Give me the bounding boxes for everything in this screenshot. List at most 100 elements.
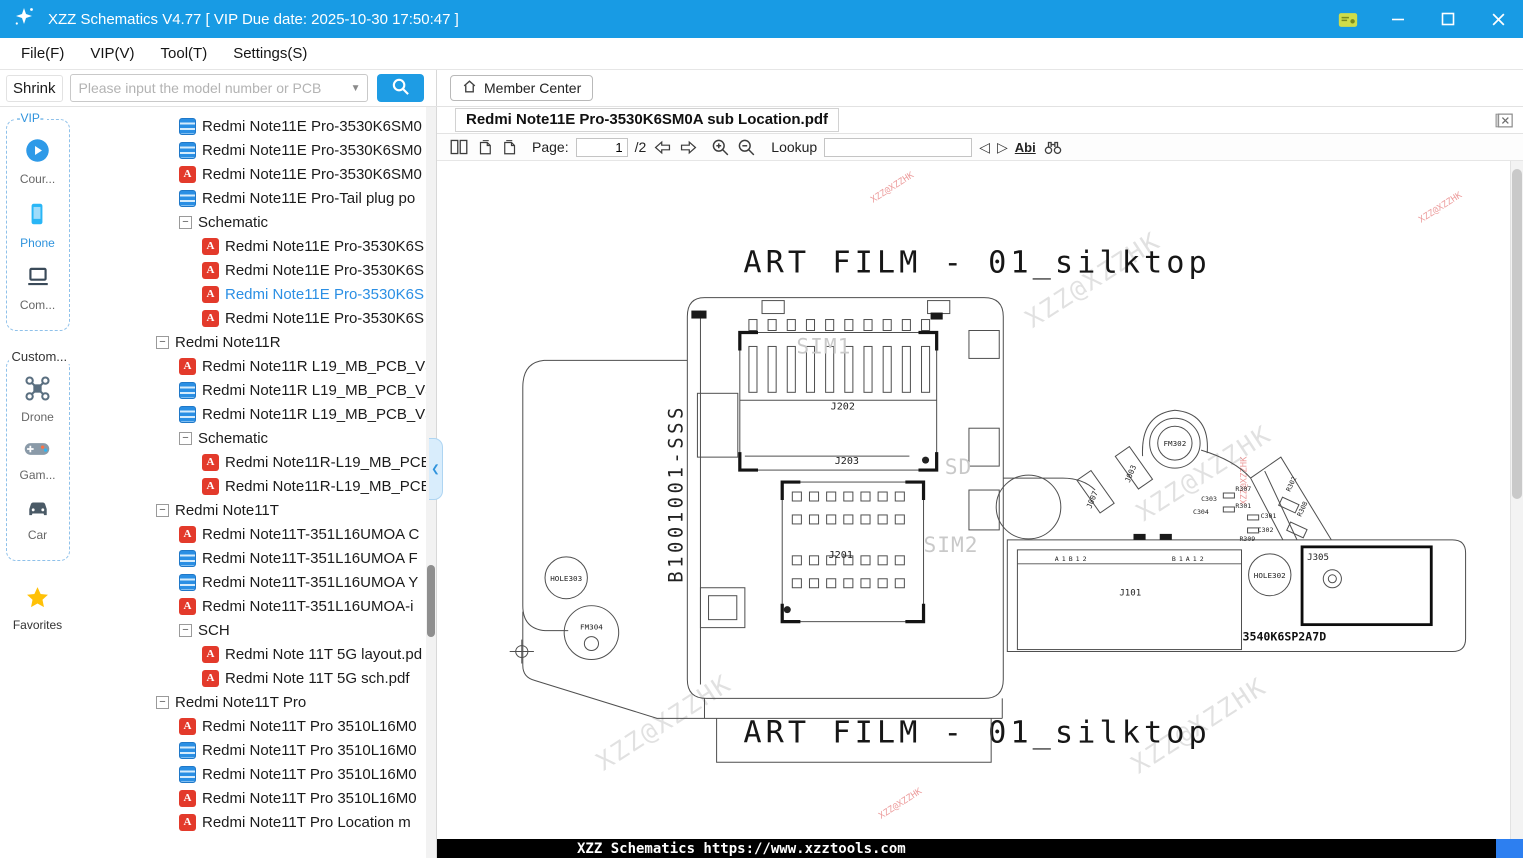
label-fm302: FM302 bbox=[1163, 439, 1186, 448]
pdf-scrollbar-thumb[interactable] bbox=[1512, 169, 1522, 499]
rail-item-favorites[interactable]: Favorites bbox=[13, 585, 62, 632]
two-page-view-icon[interactable] bbox=[449, 138, 469, 156]
rotate-page-right-icon[interactable] bbox=[501, 138, 519, 156]
maximize-button[interactable] bbox=[1435, 6, 1461, 32]
board-file-icon bbox=[179, 189, 196, 207]
tree-item[interactable]: Redmi Note11R L19_MB_PCB_V5 bbox=[75, 402, 436, 426]
board-file-icon bbox=[179, 141, 196, 159]
custom-group-label: Custom... bbox=[8, 349, 71, 364]
find-next-icon[interactable]: ▷ bbox=[997, 139, 1008, 156]
tree-item[interactable]: Redmi Note11T-351L16UMOA Y bbox=[75, 570, 436, 594]
zoom-out-icon[interactable] bbox=[737, 138, 756, 157]
tree-node[interactable]: − SCH bbox=[75, 618, 436, 642]
tree-item[interactable]: A Redmi Note11T Pro 3510L16M0 bbox=[75, 714, 436, 738]
label-r309: R309 bbox=[1239, 535, 1255, 543]
rail-item-car[interactable]: Car bbox=[24, 496, 52, 542]
shrink-button[interactable]: Shrink bbox=[6, 74, 63, 102]
rail-item-label: Phone bbox=[20, 236, 55, 250]
rail-item-phone[interactable]: Phone bbox=[20, 200, 55, 250]
label-c303: C303 bbox=[1201, 495, 1217, 503]
tree-item[interactable]: Redmi Note11E Pro-Tail plug po bbox=[75, 186, 436, 210]
label-r302: R302 bbox=[1284, 475, 1298, 493]
collapse-icon[interactable]: − bbox=[179, 215, 192, 229]
tree-item[interactable]: Redmi Note11T-351L16UMOA F bbox=[75, 546, 436, 570]
tree-node[interactable]: − Redmi Note11T Pro bbox=[75, 690, 436, 714]
tree-node[interactable]: − Redmi Note11R bbox=[75, 330, 436, 354]
tree-item[interactable]: A Redmi Note11T-351L16UMOA C bbox=[75, 522, 436, 546]
rail-item-label: Drone bbox=[21, 410, 54, 424]
tree-item[interactable]: A Redmi Note11T Pro Location m bbox=[75, 810, 436, 834]
tree-item-label: Schematic bbox=[198, 429, 269, 447]
rail-item-computer[interactable]: Com... bbox=[20, 264, 55, 312]
menu-tool[interactable]: Tool(T) bbox=[148, 45, 221, 62]
search-button[interactable] bbox=[376, 74, 424, 102]
search-icon bbox=[391, 77, 410, 99]
collapse-icon[interactable]: − bbox=[179, 623, 192, 637]
pdf-scrollbar[interactable] bbox=[1510, 161, 1523, 839]
tree-item[interactable]: Redmi Note11E Pro-3530K6SM0 bbox=[75, 114, 436, 138]
tree-item[interactable]: Redmi Note11R L19_MB_PCB_V5 bbox=[75, 378, 436, 402]
pdf-viewport[interactable]: XZZ@XZZHK XZZ@XZZHK XZZ@XZZHK XZZ@XZZHK … bbox=[437, 161, 1523, 839]
menu-file[interactable]: File(F) bbox=[8, 45, 77, 62]
tree-item-label: Redmi Note11T-351L16UMOA-i bbox=[202, 597, 414, 615]
panel-collapse-handle[interactable]: ❮ bbox=[429, 438, 443, 500]
minimize-button[interactable] bbox=[1385, 6, 1411, 32]
tree-item-label: Redmi Note11E Pro-3530K6SM0 bbox=[202, 117, 422, 135]
tree-item[interactable]: Redmi Note11T Pro 3510L16M0 bbox=[75, 738, 436, 762]
lookup-input[interactable] bbox=[824, 137, 973, 157]
tree-item-label: Redmi Note11E Pro-3530K6S bbox=[225, 261, 424, 279]
prev-page-icon[interactable] bbox=[653, 139, 672, 156]
tree-item[interactable]: A Redmi Note11E Pro-3530K6S bbox=[75, 282, 436, 306]
tree-node[interactable]: − Schematic bbox=[75, 210, 436, 234]
lookup-label: Lookup bbox=[771, 139, 818, 155]
page-input[interactable] bbox=[575, 137, 628, 157]
tree-item[interactable]: Redmi Note11T Pro 3510L16M0 bbox=[75, 762, 436, 786]
menu-settings[interactable]: Settings(S) bbox=[220, 45, 320, 62]
chevron-down-icon[interactable]: ▼ bbox=[345, 83, 367, 94]
binoculars-search-icon[interactable] bbox=[1043, 138, 1063, 156]
tree-item[interactable]: A Redmi Note11R-L19_MB_PCB bbox=[75, 474, 436, 498]
tree-item[interactable]: A Redmi Note11R-L19_MB_PCB bbox=[75, 450, 436, 474]
tree-item[interactable]: A Redmi Note 11T 5G sch.pdf bbox=[75, 666, 436, 690]
member-center-button[interactable]: Member Center bbox=[450, 75, 594, 101]
collapse-icon[interactable]: − bbox=[156, 695, 169, 709]
rail-item-course[interactable]: Cour... bbox=[20, 137, 55, 186]
tree-node[interactable]: − Redmi Note11T bbox=[75, 498, 436, 522]
rail-item-drone[interactable]: Drone bbox=[21, 375, 54, 424]
document-tab[interactable]: Redmi Note11E Pro-3530K6SM0A sub Locatio… bbox=[455, 108, 840, 132]
tree-scrollbar-thumb[interactable] bbox=[427, 565, 435, 637]
tree-item[interactable]: A Redmi Note11E Pro-3530K6SM0 bbox=[75, 162, 436, 186]
pdf-file-icon: A bbox=[202, 453, 219, 471]
collapse-icon[interactable]: − bbox=[156, 335, 169, 349]
tree-item[interactable]: A Redmi Note 11T 5G layout.pd bbox=[75, 642, 436, 666]
tree-item[interactable]: A Redmi Note11E Pro-3530K6S bbox=[75, 258, 436, 282]
close-document-icon[interactable] bbox=[1495, 112, 1514, 129]
rotate-page-left-icon[interactable] bbox=[476, 138, 494, 156]
tree-item[interactable]: A Redmi Note11T-351L16UMOA-i bbox=[75, 594, 436, 618]
tree-item[interactable]: A Redmi Note11E Pro-3530K6S bbox=[75, 234, 436, 258]
tree-item[interactable]: A Redmi Note11T Pro 3510L16M0 bbox=[75, 786, 436, 810]
tree-item-label: Schematic bbox=[198, 213, 269, 231]
find-prev-icon[interactable]: ◁ bbox=[979, 139, 990, 156]
model-search-input[interactable] bbox=[70, 80, 345, 96]
tree-item[interactable]: A Redmi Note11E Pro-3530K6S bbox=[75, 306, 436, 330]
tree-item-label: Redmi Note11R-L19_MB_PCB bbox=[225, 453, 431, 471]
zoom-in-icon[interactable] bbox=[711, 138, 730, 157]
collapse-icon[interactable]: − bbox=[179, 431, 192, 445]
next-page-icon[interactable] bbox=[679, 139, 698, 156]
tree-node[interactable]: − Schematic bbox=[75, 426, 436, 450]
tree-item[interactable]: Redmi Note11E Pro-3530K6SM0 bbox=[75, 138, 436, 162]
menu-vip[interactable]: VIP(V) bbox=[77, 45, 147, 62]
rail-item-game[interactable]: Gam... bbox=[19, 438, 56, 482]
sheet-title-top: ART FILM - 01_silktop bbox=[743, 246, 1210, 281]
vip-card-icon[interactable] bbox=[1335, 6, 1361, 32]
highlight-text-icon[interactable]: Abi bbox=[1015, 140, 1036, 155]
pdf-file-icon: A bbox=[202, 285, 219, 303]
close-button[interactable] bbox=[1485, 6, 1511, 32]
schematic-canvas[interactable]: XZZ@XZZHK XZZ@XZZHK XZZ@XZZHK XZZ@XZZHK … bbox=[437, 161, 1510, 839]
file-tree: Redmi Note11E Pro-3530K6SM0 Redmi Note11E… bbox=[75, 107, 436, 858]
label-j305: J305 bbox=[1307, 553, 1329, 563]
collapse-icon[interactable]: − bbox=[156, 503, 169, 517]
menubar: File(F) VIP(V) Tool(T) Settings(S) bbox=[0, 38, 1523, 70]
tree-item[interactable]: A Redmi Note11R L19_MB_PCB_V5 bbox=[75, 354, 436, 378]
